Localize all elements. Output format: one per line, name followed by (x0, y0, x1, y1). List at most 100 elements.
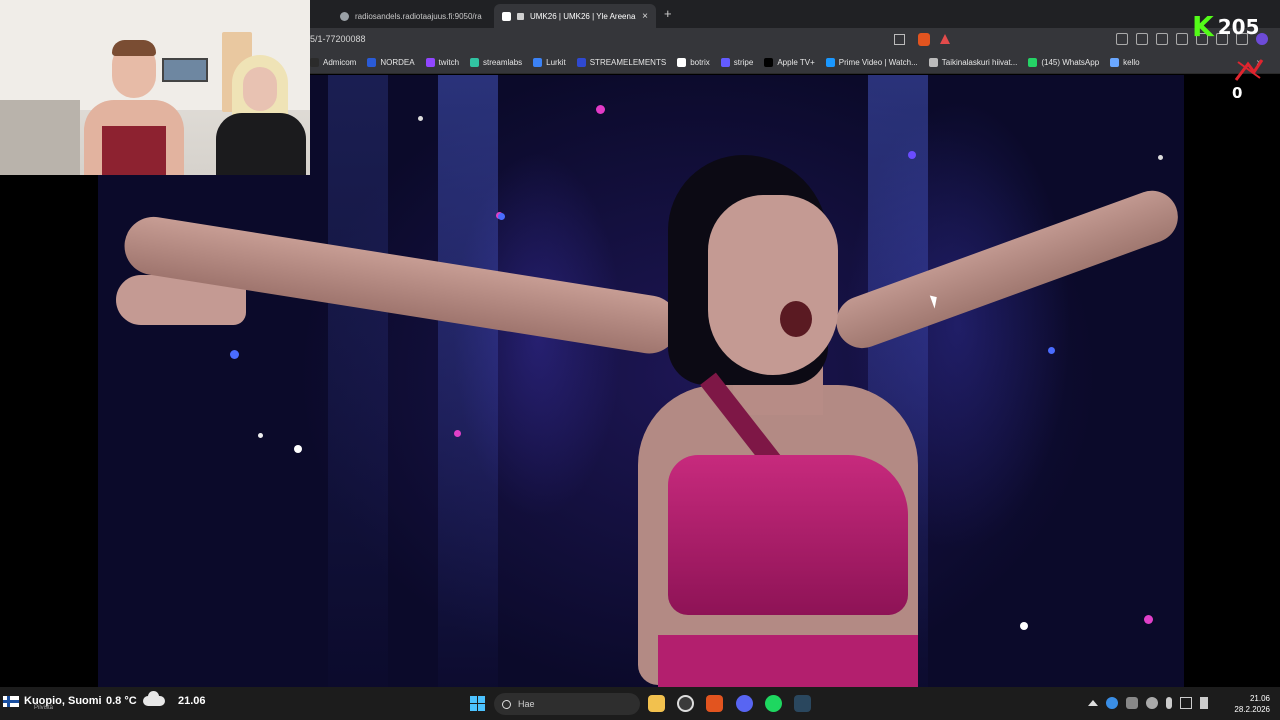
performer-face (708, 195, 838, 375)
taskbar-search[interactable]: Hae (494, 693, 640, 715)
bookmark-label: Lurkit (546, 58, 566, 67)
brave-icon[interactable] (706, 695, 723, 712)
music-icon[interactable] (1156, 33, 1168, 45)
onedrive-icon[interactable] (1106, 697, 1118, 709)
bookmark-label: botrix (690, 58, 710, 67)
finland-flag-icon (3, 696, 19, 707)
close-tab-icon[interactable]: × (642, 11, 648, 22)
kello-icon (1110, 58, 1120, 67)
cloud-icon (143, 691, 165, 706)
confetti-dot (596, 105, 605, 114)
twitch-icon (425, 58, 435, 67)
windows-start-icon[interactable] (470, 696, 485, 711)
screenshot-icon[interactable] (1136, 33, 1148, 45)
confetti-dot (908, 151, 916, 159)
person-body (216, 113, 306, 175)
guest-person (210, 55, 310, 175)
share-icon[interactable] (894, 34, 905, 45)
stage-light-beam (438, 75, 498, 687)
person-top (102, 126, 166, 175)
bookmark-item[interactable]: Apple TV+ (764, 58, 815, 67)
search-placeholder: Hae (518, 699, 535, 709)
screen: radiosandels.radiotaajuus.fi:9050/rad UM… (0, 0, 1280, 720)
bookmark-item[interactable]: Taikinalaskuri hiivat... (928, 58, 1017, 67)
bookmark-label: Prime Video | Watch... (838, 58, 918, 67)
steam-icon[interactable] (794, 695, 811, 712)
outfit-skirt (658, 635, 918, 687)
speaker-icon[interactable] (517, 12, 524, 20)
chrome-icon[interactable] (677, 695, 694, 712)
confetti-dot (1048, 347, 1055, 354)
bookmark-item[interactable]: streamlabs (470, 58, 522, 67)
botrix-icon (677, 58, 687, 67)
sidebar-icon[interactable] (1176, 33, 1188, 45)
search-icon (502, 699, 511, 709)
stripe-icon (720, 58, 730, 67)
whatsapp-icon (1028, 58, 1038, 67)
bookmark-label: (145) WhatsApp (1041, 58, 1100, 67)
volume-icon[interactable] (1200, 697, 1208, 709)
bookmark-item[interactable]: botrix (677, 58, 710, 67)
stage-light-beam (328, 75, 388, 687)
outfit-top (668, 455, 908, 615)
weather-temperature[interactable]: 0.8 °C (106, 695, 137, 707)
shelf (0, 100, 80, 175)
brave-shields-icon[interactable] (918, 33, 930, 46)
bookmark-item[interactable]: Prime Video | Watch... (825, 58, 918, 67)
tab-title: UMK26 | UMK26 | Yle Areena (530, 11, 636, 21)
tab-radio[interactable]: radiosandels.radiotaajuus.fi:9050/rad (332, 4, 490, 28)
performer-mouth (780, 301, 812, 337)
bookmark-item[interactable]: stripe (720, 58, 753, 67)
signal-icon (1234, 59, 1264, 81)
bookmark-item[interactable]: (145) WhatsApp (1028, 58, 1099, 67)
stream-time: 21.06 (178, 695, 206, 707)
confetti-dot (418, 116, 423, 121)
clock-date: 28.2.2026 (1234, 705, 1270, 714)
system-clock[interactable]: 21.06 28.2.2026 (1230, 693, 1270, 715)
bookmark-label: kello (1123, 58, 1140, 67)
spotify-icon[interactable] (765, 695, 782, 712)
bookmark-label: Apple TV+ (777, 58, 815, 67)
microphone-icon[interactable] (1166, 697, 1172, 709)
extensions-icon[interactable] (1116, 33, 1128, 45)
kick-viewer-count: 205 (1217, 15, 1260, 39)
confetti-dot (230, 350, 239, 359)
confetti-dot (258, 433, 263, 438)
bookmark-item[interactable]: Admicom (310, 58, 356, 67)
kick-logo-icon: K (1192, 10, 1214, 43)
display-icon[interactable] (1180, 697, 1192, 709)
windows-taskbar: Kuopio, Suomi Pilvistä 0.8 °C 21.06 Hae … (0, 687, 1280, 720)
bookmark-label: twitch (438, 58, 460, 67)
bookmark-item[interactable]: kello (1110, 58, 1140, 67)
confetti-dot (1020, 622, 1028, 630)
file-explorer-icon[interactable] (648, 695, 665, 712)
primevideo-icon (825, 58, 835, 67)
admicom-icon (310, 58, 319, 67)
person-head (243, 67, 277, 111)
discord-icon[interactable] (736, 695, 753, 712)
bookmark-item[interactable]: Lurkit (533, 58, 566, 67)
confetti-dot (454, 430, 461, 437)
browser-tab-bar: radiosandels.radiotaajuus.fi:9050/rad UM… (310, 0, 1280, 28)
brave-rewards-icon[interactable] (940, 34, 950, 44)
url-field[interactable]: 5/1-77200088 (310, 34, 366, 44)
system-tray (1088, 697, 1208, 709)
person-hair (112, 40, 156, 56)
streamlabs-icon (470, 58, 480, 67)
steam-tray-icon[interactable] (1146, 697, 1158, 709)
bookmark-item[interactable]: NORDEA (367, 58, 415, 67)
bookmark-label: Admicom (323, 58, 357, 67)
webcam-overlay (0, 0, 310, 175)
network-drive-icon[interactable] (1126, 697, 1138, 709)
bookmark-item[interactable]: twitch (425, 58, 460, 67)
bookmark-item[interactable]: STREAMELEMENTS (576, 58, 667, 67)
bookmark-label: NORDEA (380, 58, 415, 67)
streamer-person (84, 40, 184, 175)
address-bar: 5/1-77200088 (310, 28, 1280, 52)
chevron-up-icon[interactable] (1088, 700, 1098, 706)
bookmark-label: STREAMELEMENTS (589, 58, 667, 67)
taikina-icon (928, 58, 938, 67)
tab-yle-areena[interactable]: UMK26 | UMK26 | Yle Areena × (494, 4, 656, 28)
kick-viewer-badge: K 205 (1192, 12, 1278, 42)
new-tab-button[interactable]: + (664, 6, 672, 21)
